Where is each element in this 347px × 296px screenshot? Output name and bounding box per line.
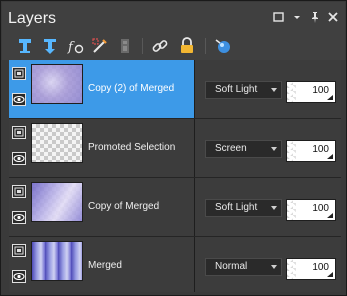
new-raster-layer-icon[interactable]: [15, 36, 35, 56]
layers-list: Copy (2) of Merged Soft Light 100 Promot…: [9, 60, 341, 292]
layer-name[interactable]: Merged: [88, 237, 122, 292]
edit-selection-icon[interactable]: [90, 36, 110, 56]
layer-row-main[interactable]: Promoted Selection: [9, 119, 194, 177]
layer-row[interactable]: Copy of Merged Soft Light 100: [9, 178, 341, 237]
layer-properties: Normal 100: [195, 237, 341, 292]
new-vector-layer-icon[interactable]: [40, 36, 60, 56]
pin-icon[interactable]: [308, 10, 322, 24]
layer-type-icon[interactable]: [12, 185, 26, 198]
new-adjustment-layer-icon[interactable]: f: [65, 36, 85, 56]
layer-type-icon[interactable]: [12, 126, 26, 139]
layer-properties: Soft Light 100: [195, 60, 341, 118]
chevron-down-icon: [271, 88, 277, 92]
lock-layer-icon[interactable]: [177, 36, 197, 56]
visibility-eye-icon[interactable]: [12, 93, 26, 106]
layer-name[interactable]: Promoted Selection: [88, 119, 175, 177]
layers-toolbar: f: [2, 32, 345, 60]
panel-title: Layers: [8, 10, 57, 27]
visibility-eye-icon[interactable]: [12, 270, 26, 283]
blend-mode-dropdown[interactable]: Soft Light: [205, 199, 282, 217]
panel-titlebar: Layers: [2, 2, 345, 32]
layer-name[interactable]: Copy (2) of Merged: [88, 60, 174, 118]
opacity-slider[interactable]: 100: [286, 258, 336, 280]
toolbar-separator: [205, 38, 206, 54]
toolbar-separator: [142, 38, 143, 54]
layer-thumbnail[interactable]: [31, 123, 83, 163]
blend-mode-dropdown[interactable]: Soft Light: [205, 81, 282, 99]
layer-properties: Screen 100: [195, 119, 341, 177]
layer-properties: Soft Light 100: [195, 178, 341, 236]
layer-row-main[interactable]: Merged: [9, 237, 194, 292]
layer-thumbnail[interactable]: [31, 182, 83, 222]
layer-styles-icon[interactable]: [213, 36, 233, 56]
resize-grip-icon: [327, 213, 333, 218]
dropdown-icon[interactable]: [290, 10, 304, 24]
visibility-eye-icon[interactable]: [12, 211, 26, 224]
resize-grip-icon: [327, 272, 333, 277]
layer-type-icon[interactable]: [12, 244, 26, 257]
close-icon[interactable]: [326, 10, 340, 24]
opacity-slider[interactable]: 100: [286, 199, 336, 221]
layer-thumbnail[interactable]: [31, 64, 83, 104]
maximize-icon[interactable]: [272, 10, 286, 24]
layer-row-main[interactable]: Copy (2) of Merged: [9, 60, 194, 118]
svg-text:f: f: [67, 40, 75, 55]
resize-grip-icon: [327, 95, 333, 100]
opacity-slider[interactable]: 100: [286, 81, 336, 103]
layer-row-main[interactable]: Copy of Merged: [9, 178, 194, 236]
chevron-down-icon: [271, 147, 277, 151]
resize-grip-icon: [327, 154, 333, 159]
layer-row[interactable]: Copy (2) of Merged Soft Light 100: [9, 60, 341, 119]
blend-mode-dropdown[interactable]: Screen: [205, 140, 282, 158]
layer-row[interactable]: Promoted Selection Screen 100: [9, 119, 341, 178]
opacity-slider[interactable]: 100: [286, 140, 336, 162]
layer-row[interactable]: Merged Normal 100: [9, 237, 341, 292]
delete-layer-icon[interactable]: [115, 36, 135, 56]
blend-mode-dropdown[interactable]: Normal: [205, 258, 282, 276]
layer-thumbnail[interactable]: [31, 241, 83, 281]
visibility-eye-icon[interactable]: [12, 152, 26, 165]
chevron-down-icon: [271, 265, 277, 269]
link-layers-icon[interactable]: [150, 36, 170, 56]
layers-panel: Layers f Copy (2) of Merged Soft Light 1…: [0, 0, 347, 296]
layer-type-icon[interactable]: [12, 67, 26, 80]
layer-name[interactable]: Copy of Merged: [88, 178, 159, 236]
chevron-down-icon: [271, 206, 277, 210]
